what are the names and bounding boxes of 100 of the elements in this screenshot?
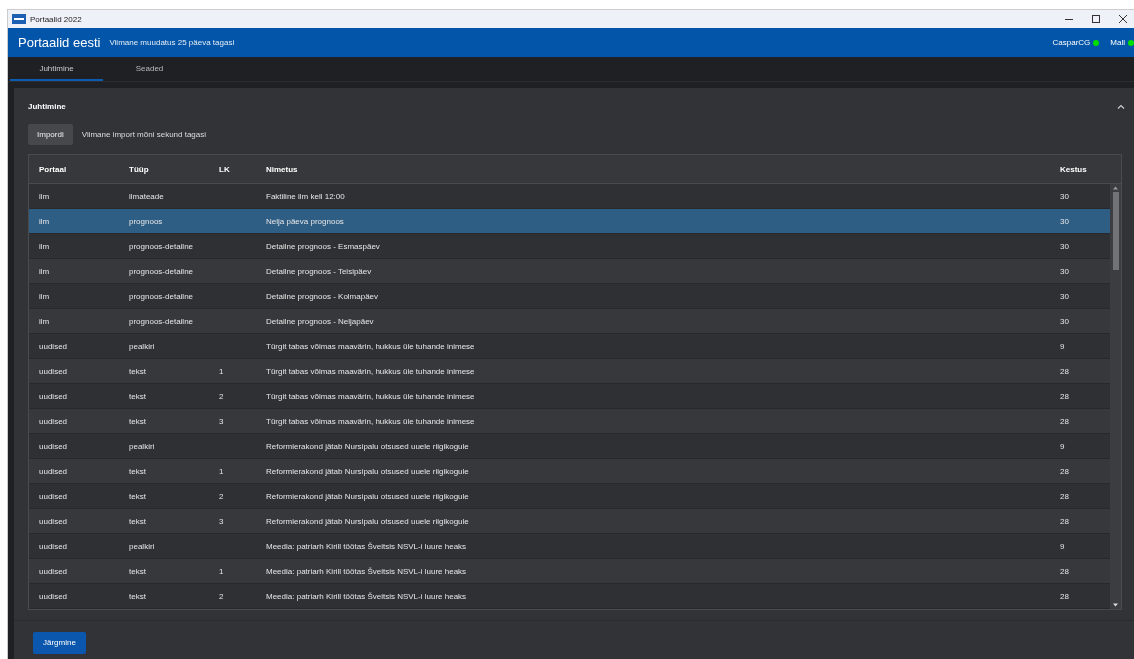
table-cell: uudised bbox=[39, 516, 68, 526]
table-cell: tekst bbox=[129, 466, 146, 476]
table-cell: Detailne prognoos - Kolmapäev bbox=[266, 291, 379, 301]
app-title: Portaalid eesti bbox=[18, 35, 101, 50]
maximize-icon[interactable] bbox=[1091, 14, 1101, 24]
table-cell: 2 bbox=[219, 391, 224, 401]
column-header[interactable]: Nimetus bbox=[266, 164, 298, 174]
table-cell: 28 bbox=[1060, 516, 1069, 526]
table-cell: 30 bbox=[1060, 266, 1069, 276]
table-cell: 28 bbox=[1060, 391, 1069, 401]
table-cell: tekst bbox=[129, 591, 146, 601]
table-row[interactable]: ilm prognoos-detailne Detailne prognoos - Teisipäev 30 bbox=[29, 259, 1110, 284]
table-cell: 30 bbox=[1060, 191, 1069, 201]
table-cell: Reformierakond jätab Nursipalu otsused uuele riigikogule bbox=[266, 516, 469, 526]
table-cell: ilm bbox=[39, 291, 50, 301]
table-cell: 1 bbox=[219, 366, 224, 376]
next-button[interactable]: Järgmine bbox=[33, 631, 86, 654]
table-cell: tekst bbox=[129, 416, 146, 426]
import-status-text: Viimane import mõni sekund tagasi bbox=[81, 130, 207, 139]
tab[interactable]: Juhtimine bbox=[10, 57, 103, 81]
table-cell: prognoos-detailne bbox=[129, 266, 194, 276]
table-row[interactable]: uudised tekst 1 Meedia: patriarh Kirill töötas Šveitsis NSVL-i luure heaks 28 bbox=[29, 559, 1110, 584]
table-cell: uudised bbox=[39, 391, 68, 401]
table-cell: ilm bbox=[39, 316, 50, 326]
table-cell: Türgit tabas võimas maavärin, hukkus üle tuhande inimese bbox=[266, 391, 475, 401]
table-row[interactable]: uudised tekst 1 Reformierakond jätab Nursipalu otsused uuele riigikogule 28 bbox=[29, 459, 1110, 484]
table-cell: uudised bbox=[39, 366, 68, 376]
table-cell: Türgit tabas võimas maavärin, hukkus üle tuhande inimese bbox=[266, 366, 475, 376]
window-title: Portaalid 2022 bbox=[30, 14, 82, 24]
table-cell: Faktiline ilm kell 12:00 bbox=[266, 191, 345, 201]
import-button[interactable]: Impordi bbox=[28, 124, 73, 145]
table-cell: uudised bbox=[39, 441, 68, 451]
table-cell: uudised bbox=[39, 566, 68, 576]
table-cell: Detailne prognoos - Teisipäev bbox=[266, 266, 372, 276]
collapse-icon[interactable] bbox=[1117, 103, 1125, 109]
connection-label: CasparCG bbox=[1052, 38, 1091, 47]
tab[interactable]: Seaded bbox=[103, 57, 196, 81]
app-icon bbox=[12, 14, 26, 24]
table-cell: Reformierakond jätab Nursipalu otsused uuele riigikogule bbox=[266, 466, 469, 476]
table-cell: Türgit tabas võimas maavärin, hukkus üle tuhande inimese bbox=[266, 341, 475, 351]
column-header[interactable]: LK bbox=[219, 164, 230, 174]
table-cell: Meedia: patriarh Kirill töötas Šveitsis NSVL-i luure heaks bbox=[266, 566, 467, 576]
table-cell: prognoos-detailne bbox=[129, 291, 194, 301]
table-cell: uudised bbox=[39, 341, 68, 351]
table-cell: uudised bbox=[39, 416, 68, 426]
table-cell: ilm bbox=[39, 191, 50, 201]
panel-title: Juhtimine bbox=[28, 101, 66, 111]
table-cell: ilm bbox=[39, 216, 50, 226]
table-cell: pealkiri bbox=[129, 341, 155, 351]
table-row[interactable]: uudised tekst 1 Türgit tabas võimas maavärin, hukkus üle tuhande inimese 28 bbox=[29, 359, 1110, 384]
table-cell: prognoos-detailne bbox=[129, 316, 194, 326]
table-cell: prognoos-detailne bbox=[129, 241, 194, 251]
table-cell: Nelja päeva prognoos bbox=[266, 216, 344, 226]
table-cell: 9 bbox=[1060, 541, 1065, 551]
table-cell: uudised bbox=[39, 541, 68, 551]
table-cell: uudised bbox=[39, 591, 68, 601]
table-cell: Reformierakond jätab Nursipalu otsused uuele riigikogule bbox=[266, 491, 469, 501]
table-cell: ilm bbox=[39, 266, 50, 276]
table-cell: 9 bbox=[1060, 341, 1065, 351]
table-cell: Meedia: patriarh Kirill töötas Šveitsis NSVL-i luure heaks bbox=[266, 541, 467, 551]
column-header[interactable]: Kestus bbox=[1060, 164, 1087, 174]
table-row[interactable]: ilm prognoos Nelja päeva prognoos 30 bbox=[29, 209, 1110, 234]
table-cell: 28 bbox=[1060, 491, 1069, 501]
column-header[interactable]: Portaal bbox=[39, 164, 67, 174]
table-cell: 30 bbox=[1060, 316, 1069, 326]
table-cell: 1 bbox=[219, 566, 224, 576]
scrollbar[interactable] bbox=[1110, 184, 1121, 609]
table-cell: Detailne prognoos - Esmaspäev bbox=[266, 241, 380, 251]
last-change-text: Viimane muudatus 25 päeva tagasi bbox=[109, 38, 235, 47]
table-cell: ilmateade bbox=[129, 191, 164, 201]
table-row[interactable]: uudised tekst 3 Türgit tabas võimas maavärin, hukkus üle tuhande inimese 28 bbox=[29, 409, 1110, 434]
table-cell: prognoos bbox=[129, 216, 163, 226]
table-cell: 28 bbox=[1060, 591, 1069, 601]
table-cell: pealkiri bbox=[129, 441, 155, 451]
table-cell: ilm bbox=[39, 241, 50, 251]
table-cell: uudised bbox=[39, 491, 68, 501]
table-cell: tekst bbox=[129, 391, 146, 401]
scroll-down-icon[interactable] bbox=[1113, 603, 1118, 607]
table-row[interactable]: uudised tekst 3 Reformierakond jätab Nursipalu otsused uuele riigikogule 28 bbox=[29, 509, 1110, 534]
table-cell: pealkiri bbox=[129, 541, 155, 551]
table-cell: tekst bbox=[129, 366, 146, 376]
table-cell: 2 bbox=[219, 591, 224, 601]
column-header[interactable]: Tüüp bbox=[129, 164, 149, 174]
table-cell: 28 bbox=[1060, 416, 1069, 426]
table-cell: 28 bbox=[1060, 566, 1069, 576]
table-cell: 3 bbox=[219, 516, 224, 526]
connection-label: Mall bbox=[1110, 38, 1125, 47]
table-cell: Detailne prognoos - Neljapäev bbox=[266, 316, 374, 326]
scroll-up-icon[interactable] bbox=[1113, 186, 1118, 190]
table-cell: uudised bbox=[39, 466, 68, 476]
table-cell: Meedia: patriarh Kirill töötas Šveitsis NSVL-i luure heaks bbox=[266, 591, 467, 601]
table-cell: 2 bbox=[219, 491, 224, 501]
table-cell: 30 bbox=[1060, 241, 1069, 251]
table-cell: tekst bbox=[129, 516, 146, 526]
table-cell: 9 bbox=[1060, 441, 1065, 451]
table-cell: 30 bbox=[1060, 216, 1069, 226]
table-row[interactable]: ilm prognoos-detailne Detailne prognoos - Neljapäev 30 bbox=[29, 309, 1110, 334]
table-cell: 28 bbox=[1060, 366, 1069, 376]
table-cell: 30 bbox=[1060, 291, 1069, 301]
close-icon[interactable] bbox=[1118, 14, 1128, 24]
